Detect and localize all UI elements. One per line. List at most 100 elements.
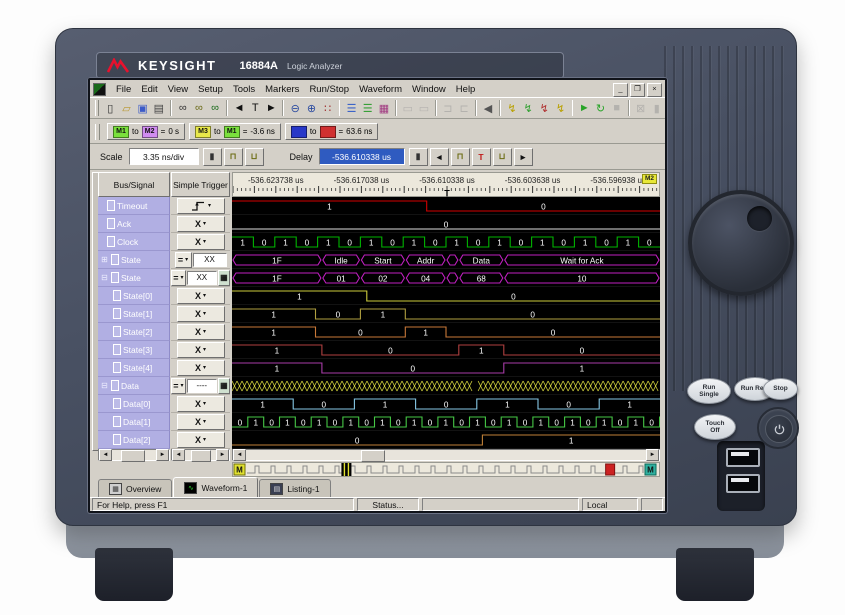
waveform-display[interactable]: 100101010101010101010101FIdleStartAddrDa… — [232, 197, 660, 449]
markerbar-grip[interactable] — [95, 124, 100, 140]
close-button[interactable]: × — [647, 83, 662, 97]
signal-row-state-1-6[interactable]: State[1] — [98, 305, 170, 323]
menu-waveform[interactable]: Waveform — [354, 83, 407, 96]
marker-readout-2[interactable]: M3toM1=-3.6 ns — [189, 123, 281, 140]
wave-trace-data-2[interactable]: 01 — [232, 431, 660, 449]
signal-row-data-0-11[interactable]: Data[0] — [98, 395, 170, 413]
open-file-icon[interactable]: ▱ — [118, 98, 134, 118]
trigger-operator-dropdown[interactable]: =▾ — [171, 270, 186, 286]
trigger-value-dropdown[interactable]: X▾ — [177, 396, 225, 412]
run-single-button[interactable]: Run Single — [687, 378, 731, 404]
wave-trace-data-0[interactable]: 1010101 — [232, 395, 660, 413]
signal-row-state-3-8[interactable]: State[3] — [98, 341, 170, 359]
stop-run-icon[interactable]: ■ — [609, 98, 625, 118]
wave-trace-data-1[interactable]: 010101010101010101010101010 — [232, 413, 660, 431]
find-next-icon[interactable]: ∞ — [191, 98, 207, 118]
run-icon[interactable]: ► — [576, 98, 592, 118]
print-icon[interactable]: ▤ — [151, 98, 167, 118]
status-button[interactable]: Status... — [357, 498, 419, 511]
wave-trace-ack[interactable]: 0 — [232, 215, 660, 233]
trigger-value-dropdown[interactable]: X▾ — [177, 234, 225, 250]
delay-go-trigger-button[interactable]: T — [472, 148, 491, 166]
tab-listing-1[interactable]: ▤Listing-1 — [259, 479, 330, 497]
wave-trace-state-1[interactable]: 1010 — [232, 305, 660, 323]
tab-overview[interactable]: ▦Overview — [98, 479, 172, 497]
trigger-pattern-input[interactable]: XX — [187, 271, 217, 285]
trigger-operator-dropdown[interactable]: =▾ — [175, 252, 192, 268]
new-listing-window-icon[interactable]: ☰ — [360, 98, 376, 118]
trigger-value-dropdown[interactable]: X▾ — [177, 414, 225, 430]
keypad-button[interactable]: ▦ — [218, 270, 230, 286]
signal-row-data-2-13[interactable]: Data[2] — [98, 431, 170, 449]
group-left-icon[interactable]: ⊐ — [440, 98, 456, 118]
signal-row-state-4-9[interactable]: State[4] — [98, 359, 170, 377]
minimize-button[interactable]: _ — [613, 83, 628, 97]
expand-icon[interactable]: ⊞ — [100, 255, 109, 264]
wave-trace-timeout[interactable]: 10 — [232, 197, 660, 215]
scroll-left-arrow[interactable]: ◄ — [99, 449, 112, 461]
scroll-thumb[interactable] — [191, 450, 211, 462]
wave-trace-data-busy[interactable] — [232, 377, 660, 395]
zoom-out-icon[interactable]: ⊖ — [287, 98, 303, 118]
menu-setup[interactable]: Setup — [193, 83, 228, 96]
menu-edit[interactable]: Edit — [136, 83, 162, 96]
ruler-marker-badge[interactable]: M2 — [642, 174, 657, 184]
stop-button[interactable]: Stop — [763, 378, 798, 400]
trigger-edge-dropdown[interactable]: ▾ — [177, 198, 225, 214]
signal-row-state-4[interactable]: ⊟State — [98, 269, 170, 287]
save-file-icon[interactable]: ▣ — [135, 98, 151, 118]
menu-file[interactable]: File — [111, 83, 136, 96]
delay-presets-button[interactable]: ▮ — [409, 148, 428, 166]
cancel-icon[interactable]: ⊠ — [633, 98, 649, 118]
trigger-scrollbar[interactable]: ◄► — [171, 449, 230, 461]
wave-trace-state-4[interactable]: 101 — [232, 359, 660, 377]
new-file-icon[interactable]: ▯ — [102, 98, 118, 118]
scroll-right-arrow[interactable]: ► — [646, 449, 659, 461]
delay-prev-edge-button[interactable]: ⊓ — [451, 148, 470, 166]
delay-go-end-button[interactable]: ► — [514, 148, 533, 166]
tile-windows-icon[interactable]: ▭ — [400, 98, 416, 118]
go-end-icon[interactable]: ► — [263, 98, 279, 118]
overview-band[interactable]: MM — [232, 462, 660, 477]
trigger-edge-4-icon[interactable]: ↯ — [552, 98, 568, 118]
trigger-value-dropdown[interactable]: X▾ — [177, 324, 225, 340]
scale-presets-button[interactable]: ▮ — [203, 148, 222, 166]
bus-signal-scrollbar[interactable]: ◄► — [98, 449, 170, 461]
signal-row-timeout-0[interactable]: Timeout — [98, 197, 170, 215]
trigger-value-dropdown[interactable]: X▾ — [177, 306, 225, 322]
scroll-left-arrow[interactable]: ◄ — [233, 449, 246, 461]
trigger-pattern-input[interactable]: XX — [193, 253, 227, 267]
group-right-icon[interactable]: ⊏ — [456, 98, 472, 118]
find-icon[interactable]: ∞ — [175, 98, 191, 118]
trigger-value-dropdown[interactable]: X▾ — [177, 342, 225, 358]
zoom-in-icon[interactable]: ⊕ — [303, 98, 319, 118]
trigger-edge-1-icon[interactable]: ↯ — [504, 98, 520, 118]
tab-waveform-1[interactable]: ∿Waveform-1 — [173, 477, 258, 497]
menu-help[interactable]: Help — [451, 83, 481, 96]
power-button[interactable] — [765, 415, 793, 443]
scale-zoom-in-button[interactable]: ⊓ — [224, 148, 243, 166]
signal-row-data-10[interactable]: ⊟Data — [98, 377, 170, 395]
menu-tools[interactable]: Tools — [228, 83, 260, 96]
wave-trace-state-0[interactable]: 10 — [232, 287, 660, 305]
waveform-scrollbar[interactable]: ◄► — [232, 449, 660, 461]
sound-icon[interactable]: ◀ — [480, 98, 496, 118]
keypad-button[interactable]: ▦ — [218, 378, 230, 394]
scroll-right-arrow[interactable]: ► — [156, 449, 169, 461]
wave-trace-state-3[interactable]: 1010 — [232, 341, 660, 359]
scroll-left-arrow[interactable]: ◄ — [172, 449, 185, 461]
menu-window[interactable]: Window — [407, 83, 451, 96]
wave-trace-clock[interactable]: 10101010101010101010 — [232, 233, 660, 251]
trigger-edge-2-icon[interactable]: ↯ — [520, 98, 536, 118]
toolbar-grip[interactable] — [95, 100, 99, 116]
scroll-thumb[interactable] — [121, 450, 145, 462]
wave-trace-state-values[interactable]: 1F0102046810 — [232, 269, 660, 287]
scroll-track[interactable] — [112, 450, 156, 460]
menu-markers[interactable]: Markers — [260, 83, 304, 96]
signal-row-state-3[interactable]: ⊞State — [98, 251, 170, 269]
trigger-value-dropdown[interactable]: X▾ — [177, 432, 225, 448]
trigger-edge-3-icon[interactable]: ↯ — [536, 98, 552, 118]
collapse-icon[interactable]: ⊟ — [100, 381, 109, 390]
rotary-knob[interactable] — [688, 190, 794, 296]
trigger-pattern-input[interactable]: ---- — [187, 379, 217, 393]
